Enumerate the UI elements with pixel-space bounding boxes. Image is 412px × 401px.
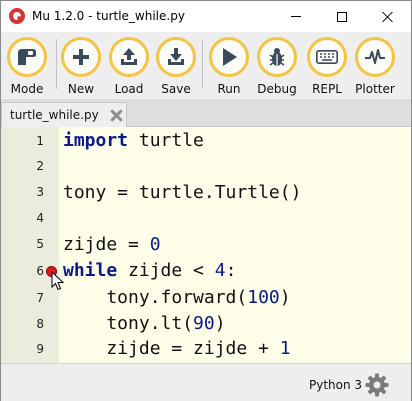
debug-button[interactable]: Debug [253,37,303,97]
mode-icon [7,37,47,77]
download-icon [156,37,196,77]
mu-logo-icon [9,8,25,24]
code-text: turtle [128,130,204,151]
tab-close-icon[interactable] [110,109,122,121]
gear-icon[interactable] [365,373,389,401]
mode-button-label: Mode [10,82,44,96]
code-line-7: tony.forward(100) [63,287,291,308]
number-literal: 1 [279,338,291,359]
line-number: 1 [36,134,44,148]
close-button[interactable] [365,1,411,32]
bug-icon [257,37,297,77]
line-number: 8 [36,317,44,331]
mu-editor-window: Mu 1.2.0 - turtle_while.py Mode New Load [0,0,412,401]
line-number: 2 [36,159,44,173]
code-line-9: zijde = zijde + 1 [63,338,291,359]
tab-turtle-while[interactable]: turtle_while.py [1,102,127,127]
code-text: zijde = zijde + [63,338,280,359]
code-text: tony.forward( [63,287,248,308]
python-mode-label[interactable]: Python 3 [309,378,362,392]
keyboard-icon [307,37,347,77]
code-line-6: while zijde < 4: [63,260,236,281]
line-number: 7 [36,291,44,305]
code-text: : [225,260,237,281]
save-button[interactable]: Save [152,37,202,97]
keyword-import: import [63,130,129,151]
minimize-button[interactable] [273,1,319,32]
mode-button[interactable]: Mode [3,37,53,97]
keyword-while: while [63,260,118,281]
line-number: 5 [36,237,44,251]
maximize-icon [337,11,347,22]
tab-bar: turtle_while.py [1,99,411,127]
line-number-gutter[interactable]: 1 2 3 4 5 6 7 8 9 [1,127,59,363]
code-editor[interactable]: 1 2 3 4 5 6 7 8 9 import turtle tony = t… [1,127,411,363]
line-number: 9 [36,342,44,356]
code-text: zijde < [117,260,215,281]
plus-icon [61,37,101,77]
code-line-8: tony.lt(90) [63,313,226,334]
tab-label: turtle_while.py [10,108,99,122]
number-literal: 90 [193,313,215,334]
line-number: 6 [36,264,44,278]
mouse-pointer-icon [51,270,65,295]
number-literal: 0 [149,234,161,255]
code-line-3: tony = turtle.Turtle() [63,182,302,203]
code-line-5: zijde = 0 [63,234,161,255]
close-icon [382,11,394,23]
line-number: 3 [36,185,44,199]
title-bar: Mu 1.2.0 - turtle_while.py [1,1,411,32]
code-line-1: import turtle [63,130,204,151]
upload-icon [109,37,149,77]
play-icon [209,37,249,77]
minimize-icon [291,16,301,17]
toolbar: Mode New Load Save Run Debug REPL Plotte… [1,32,411,98]
number-literal: 4 [214,260,226,281]
code-text: ) [279,287,291,308]
code-text: ) [214,313,226,334]
pulse-icon [355,37,395,77]
number-literal: 100 [247,287,280,308]
status-bar: Python 3 [1,363,411,401]
line-number: 4 [36,211,44,225]
window-title: Mu 1.2.0 - turtle_while.py [32,9,185,23]
plotter-button[interactable]: Plotter [351,37,401,97]
code-text: zijde = [63,234,150,255]
code-text: tony.lt( [63,313,194,334]
save-button-label: Save [161,82,191,96]
plotter-button-label: Plotter [355,82,395,96]
maximize-button[interactable] [319,1,365,32]
